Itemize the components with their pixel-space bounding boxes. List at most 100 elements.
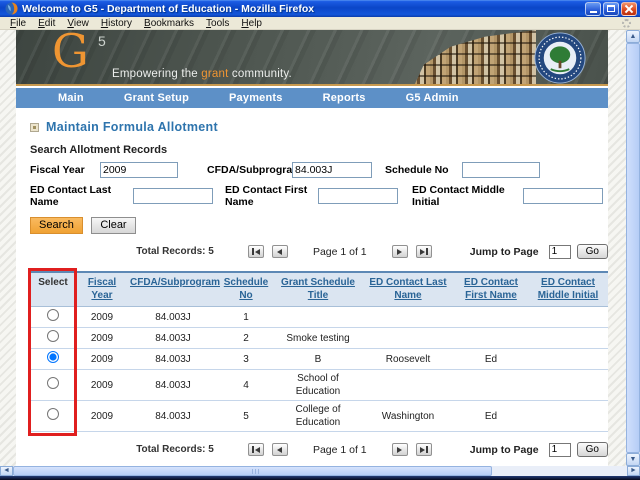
go-button[interactable]: Go xyxy=(576,244,608,259)
table-cell xyxy=(454,336,528,340)
ed-contact-middle-initial-label: ED Contact Middle Initial xyxy=(412,184,505,208)
table-cell: 84.003J xyxy=(155,379,191,391)
last-page-icon xyxy=(425,248,428,255)
search-section-label: Search Allotment Records xyxy=(30,144,168,156)
maximize-button[interactable] xyxy=(603,1,619,16)
fiscal-year-input[interactable] xyxy=(100,162,178,178)
column-header-ed-contact-middle-initial[interactable]: ED Contact Middle Initial xyxy=(528,273,608,306)
horizontal-scrollbar[interactable]: ◄ ► xyxy=(0,466,640,476)
select-cell xyxy=(30,406,76,426)
ed-contact-last-name-label: ED Contact Last Name xyxy=(30,184,112,208)
select-cell xyxy=(30,307,76,327)
menu-tools[interactable]: Tools xyxy=(200,18,235,29)
menu-file[interactable]: File xyxy=(4,18,32,29)
table-cell xyxy=(528,414,608,418)
window-bottom-border xyxy=(0,476,640,480)
horizontal-scroll-track[interactable] xyxy=(13,466,627,476)
ed-contact-middle-initial-input[interactable] xyxy=(523,188,603,204)
table-cell xyxy=(528,383,608,387)
scroll-right-icon[interactable]: ► xyxy=(627,466,640,476)
column-header-schedule-no[interactable]: Schedule No xyxy=(218,273,274,306)
column-header-fiscal-year[interactable]: Fiscal Year xyxy=(76,273,128,306)
nav-item-grant-setup[interactable]: Grant Setup xyxy=(104,91,209,105)
menu-help[interactable]: Help xyxy=(235,18,268,29)
jump-to-page-input[interactable] xyxy=(548,442,571,457)
top-pager-slot: Total Records: 5 Page 1 of 1 Jump to Pag… xyxy=(30,244,608,259)
search-button[interactable]: Search xyxy=(30,217,83,234)
pagination-bar: Total Records: 5 Page 1 of 1 Jump to Pag… xyxy=(30,442,608,457)
nav-item-reports[interactable]: Reports xyxy=(303,91,386,105)
results-table: Select Fiscal Year CFDA/Subprogram Schedule… xyxy=(28,268,608,436)
last-page-button[interactable] xyxy=(415,245,432,258)
table-cell: 3 xyxy=(243,353,249,365)
scroll-up-icon[interactable]: ▲ xyxy=(626,30,640,43)
table-cell: 2009 xyxy=(90,410,114,422)
table-cell: 2009 xyxy=(90,332,114,344)
ed-contact-first-name-input[interactable] xyxy=(318,188,398,204)
browser-window: Welcome to G5 - Department of Education … xyxy=(0,0,640,480)
table-cell: College of Education xyxy=(295,404,341,428)
next-page-button[interactable] xyxy=(391,443,408,456)
first-page-button[interactable] xyxy=(247,443,264,456)
last-page-icon xyxy=(425,446,428,453)
table-row: 2009 84.003J 1 xyxy=(30,307,608,328)
prev-page-button[interactable] xyxy=(271,443,288,456)
g5-logo-five: 5 xyxy=(98,33,106,49)
vertical-scrollbar[interactable]: ▲ ▼ xyxy=(626,30,640,466)
cfda-subprogram-input[interactable] xyxy=(292,162,372,178)
column-header-grant-schedule-title[interactable]: Grant Schedule Title xyxy=(274,273,362,306)
throbber-icon xyxy=(622,18,631,28)
jump-to-page-input[interactable] xyxy=(548,244,571,259)
menu-bookmarks[interactable]: Bookmarks xyxy=(138,18,200,29)
select-radio[interactable] xyxy=(47,408,59,420)
select-radio[interactable] xyxy=(47,351,59,363)
scroll-left-icon[interactable]: ◄ xyxy=(0,466,13,476)
menu-edit[interactable]: Edit xyxy=(32,18,61,29)
schedule-no-input[interactable] xyxy=(462,162,540,178)
prev-page-button[interactable] xyxy=(271,245,288,258)
column-header-cfda-subprogram[interactable]: CFDA/Subprogram xyxy=(128,273,220,306)
clear-button[interactable]: Clear xyxy=(91,217,136,234)
table-cell: 84.003J xyxy=(155,311,191,323)
first-page-button[interactable] xyxy=(247,245,264,258)
go-button[interactable]: Go xyxy=(576,442,608,457)
select-radio[interactable] xyxy=(47,330,59,342)
bookshelf-image xyxy=(414,30,536,84)
vertical-scroll-thumb[interactable] xyxy=(626,43,640,453)
last-page-button[interactable] xyxy=(415,443,432,456)
column-header-ed-contact-first-name[interactable]: ED Contact First Name xyxy=(454,273,528,306)
select-cell xyxy=(30,349,76,369)
column-header-ed-contact-last-name[interactable]: ED Contact Last Name xyxy=(362,273,454,306)
table-header-row: Select Fiscal Year CFDA/Subprogram Schedule… xyxy=(30,271,608,307)
table-cell: School of Education xyxy=(295,373,341,397)
minimize-icon xyxy=(589,11,597,13)
table-cell: 5 xyxy=(243,410,249,422)
first-page-icon xyxy=(254,446,260,453)
menu-view[interactable]: View xyxy=(61,18,95,29)
select-radio[interactable] xyxy=(47,309,59,321)
table-cell: 2 xyxy=(243,332,249,344)
table-cell: 84.003J xyxy=(155,332,191,344)
table-cell: B xyxy=(314,353,322,365)
g5-banner: G 5 Empowering the grant community. xyxy=(16,30,608,86)
minimize-button[interactable] xyxy=(585,1,601,16)
next-page-button[interactable] xyxy=(391,245,408,258)
table-cell: Washington xyxy=(381,410,435,422)
horizontal-scroll-thumb[interactable] xyxy=(13,466,492,476)
scroll-down-icon[interactable]: ▼ xyxy=(626,453,640,466)
nav-item-g5-admin[interactable]: G5 Admin xyxy=(386,91,479,105)
ed-contact-last-name-input[interactable] xyxy=(133,188,213,204)
select-radio[interactable] xyxy=(47,377,59,389)
first-page-icon xyxy=(254,248,260,255)
table-row: 2009 84.003J 4 School of Education xyxy=(30,370,608,401)
table-cell: Ed xyxy=(484,410,498,422)
table-cell: 2009 xyxy=(90,311,114,323)
nav-item-main[interactable]: Main xyxy=(38,91,104,105)
table-cell xyxy=(362,383,454,387)
menu-history[interactable]: History xyxy=(95,18,138,29)
close-button[interactable] xyxy=(621,1,637,16)
first-page-icon xyxy=(251,446,254,453)
nav-item-payments[interactable]: Payments xyxy=(209,91,303,105)
table-cell xyxy=(454,315,528,319)
page-indicator: Page 1 of 1 xyxy=(312,443,367,456)
